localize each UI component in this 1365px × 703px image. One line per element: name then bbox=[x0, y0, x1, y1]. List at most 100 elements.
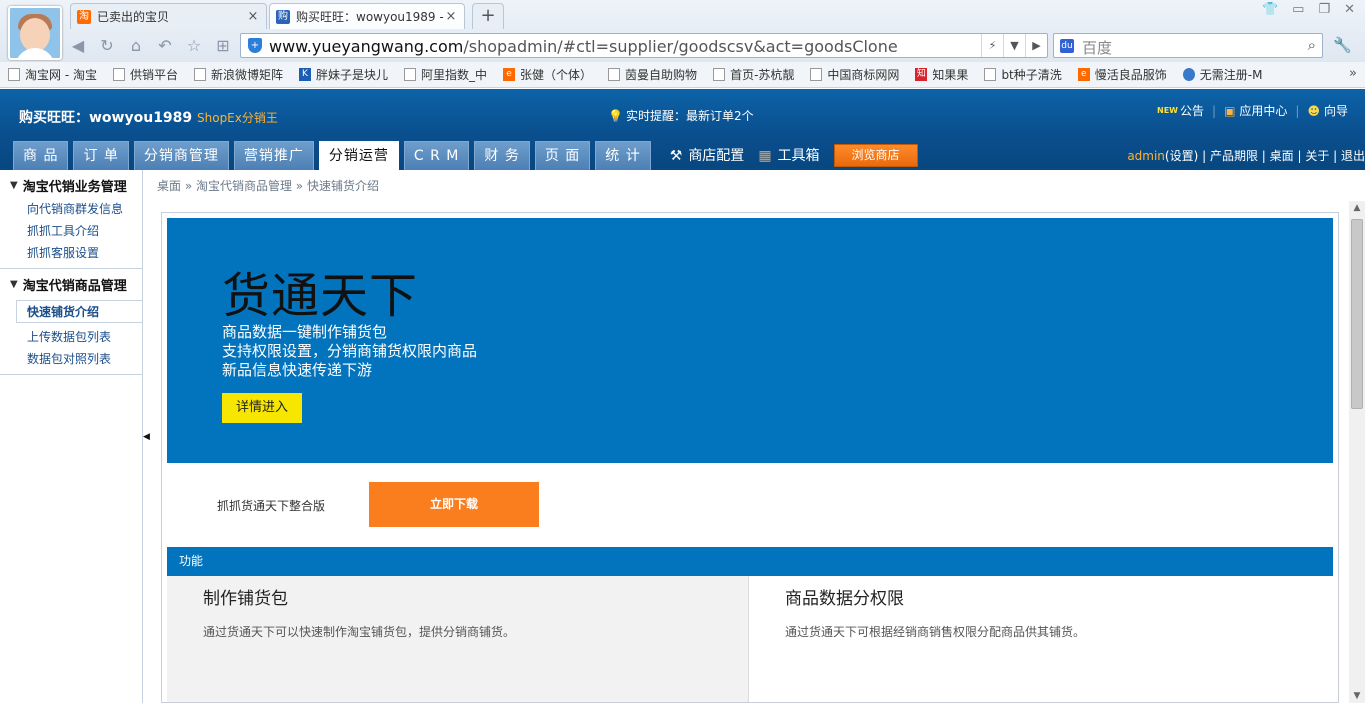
close-icon[interactable]: × bbox=[246, 9, 260, 24]
go-icon[interactable]: ▶ bbox=[1025, 34, 1047, 57]
baidu-icon: du bbox=[1060, 39, 1074, 53]
bookmark-item[interactable]: 中国商标网网 bbox=[810, 66, 899, 83]
hero-banner: 货通天下 商品数据一键制作铺货包 支持权限设置，分销商铺货权限内商品 新品信息快… bbox=[167, 218, 1333, 463]
guide-link[interactable]: ☻ 向导 bbox=[1307, 102, 1348, 119]
download-button[interactable]: 立即下载 bbox=[369, 482, 539, 527]
sidebar-group-title[interactable]: ▼ 淘宝代销商品管理 bbox=[0, 275, 142, 294]
feature-description: 通过货通天下可以快速制作淘宝铺货包，提供分销商铺货。 bbox=[203, 625, 516, 639]
undo-icon[interactable]: ↶ bbox=[155, 36, 175, 56]
more-bookmarks-icon[interactable]: » bbox=[1349, 66, 1357, 81]
sidebar-item-upload-list[interactable]: 上传数据包列表 bbox=[0, 328, 142, 345]
divider: | bbox=[1295, 103, 1300, 118]
admin-user-link[interactable]: admin bbox=[1127, 149, 1165, 163]
chevron-down-icon: ▼ bbox=[10, 279, 18, 290]
url-text[interactable]: www.yueyangwang.com/shopadmin/#ctl=suppl… bbox=[269, 37, 898, 56]
bookmark-item[interactable]: 新浪微博矩阵 bbox=[193, 66, 283, 83]
page-icon bbox=[404, 68, 417, 81]
avatar-body bbox=[15, 48, 55, 58]
breadcrumb[interactable]: 桌面 » 淘宝代销商品管理 » 快速铺货介绍 bbox=[157, 177, 379, 194]
new-tab-button[interactable]: + bbox=[472, 3, 504, 29]
divider: | bbox=[1212, 103, 1217, 118]
collapse-sidebar-icon[interactable]: ◀ bbox=[143, 432, 150, 442]
apps-grid-icon[interactable]: ⊞ bbox=[213, 36, 233, 56]
shopex-icon: 购 bbox=[276, 9, 290, 24]
feature-card: 商品数据分权限 通过货通天下可根据经销商销售权限分配商品供其铺货。 bbox=[749, 576, 1333, 702]
skin-icon[interactable]: 👕 bbox=[1262, 2, 1278, 17]
main-menu: 商 品 订 单 分销商管理 营销推广 分销运营 C R M 财 务 页 面 统 … bbox=[13, 141, 918, 170]
toolbox-link[interactable]: ▦ 工具箱 bbox=[758, 141, 819, 170]
window-controls: 👕 ▭ ❐ ✕ bbox=[1262, 2, 1355, 17]
bookmark-item[interactable]: 知知果果 bbox=[915, 66, 968, 83]
realtime-alert[interactable]: 💡 实时提醒：最新订单2个 bbox=[608, 107, 754, 124]
wrench-icon[interactable]: 🔧 bbox=[1333, 36, 1352, 54]
browser-tab-admin[interactable]: 购 购买旺旺：wowyou1989 - × bbox=[269, 3, 465, 29]
search-box[interactable]: du 百度 ⌕ bbox=[1053, 33, 1323, 58]
minimize-icon[interactable]: ▭ bbox=[1292, 2, 1304, 17]
scroll-up-icon[interactable]: ▲ bbox=[1349, 203, 1365, 213]
favorite-icon[interactable]: ☆ bbox=[184, 36, 204, 56]
bookmark-item[interactable]: 无需注册-M bbox=[1182, 66, 1262, 83]
page-icon bbox=[193, 68, 206, 81]
flower-icon bbox=[1182, 68, 1195, 81]
page-icon bbox=[112, 68, 125, 81]
sidebar-item-service-settings[interactable]: 抓抓客服设置 bbox=[0, 244, 142, 261]
menu-statistics[interactable]: 统 计 bbox=[595, 141, 651, 170]
bookmark-item[interactable]: e 慢活良品服饰 bbox=[1077, 66, 1167, 83]
menu-marketing[interactable]: 营销推广 bbox=[233, 141, 314, 170]
sidebar-item-mass-message[interactable]: 向代销商群发信息 bbox=[0, 200, 142, 217]
search-placeholder[interactable]: 百度 bbox=[1082, 37, 1112, 58]
search-icon[interactable]: ⌕ bbox=[1308, 36, 1316, 54]
user-menu-links[interactable]: | 产品期限 | 桌面 | 关于 | 退出 bbox=[1198, 149, 1365, 163]
bookmark-item[interactable]: 淘宝网 - 淘宝 bbox=[8, 66, 97, 83]
lightning-icon[interactable]: ⚡ bbox=[981, 34, 1003, 57]
bookmark-item[interactable]: 首页-苏杭靓 bbox=[713, 66, 794, 83]
user-avatar[interactable] bbox=[8, 6, 62, 60]
page-icon bbox=[984, 68, 997, 81]
page-icon bbox=[713, 68, 726, 81]
bookmark-item[interactable]: K 胖妹子是块儿 bbox=[299, 66, 388, 83]
app-header: 购买旺旺：wowyou1989 ShopEx分销王 💡 实时提醒：最新订单2个 N… bbox=[0, 89, 1365, 170]
browse-shop-button[interactable]: 浏览商店 bbox=[833, 144, 918, 167]
guide-icon: ☻ bbox=[1307, 103, 1320, 118]
bookmark-item[interactable]: bt种子清洗 bbox=[984, 66, 1062, 83]
bookmark-item[interactable]: 阿里指数_中 bbox=[404, 66, 487, 83]
dropdown-icon[interactable]: ▼ bbox=[1003, 34, 1025, 57]
address-bar[interactable]: + www.yueyangwang.com/shopadmin/#ctl=sup… bbox=[240, 33, 1048, 58]
menu-orders[interactable]: 订 单 bbox=[73, 141, 129, 170]
close-icon[interactable]: × bbox=[444, 9, 458, 24]
bookmark-item[interactable]: e 张健（个体） bbox=[503, 66, 592, 83]
hero-description: 商品数据一键制作铺货包 支持权限设置，分销商铺货权限内商品 新品信息快速传递下游 bbox=[222, 323, 478, 379]
sidebar-item-quick-listing[interactable]: 快速铺货介绍 bbox=[16, 300, 142, 323]
new-badge-icon: NEW bbox=[1157, 106, 1178, 115]
restore-icon[interactable]: ❐ bbox=[1318, 2, 1330, 17]
app-center-link[interactable]: ▣ 应用中心 bbox=[1224, 102, 1287, 119]
menu-crm[interactable]: C R M bbox=[403, 141, 470, 170]
scroll-thumb[interactable] bbox=[1351, 219, 1363, 409]
sidebar-item-tool-intro[interactable]: 抓抓工具介绍 bbox=[0, 222, 142, 239]
browser-tab-sold-items[interactable]: 淘 已卖出的宝贝 × bbox=[70, 3, 267, 29]
bookmark-item[interactable]: 供销平台 bbox=[112, 66, 178, 83]
notice-link[interactable]: NEW 公告 bbox=[1157, 102, 1204, 119]
menu-goods[interactable]: 商 品 bbox=[13, 141, 69, 170]
settings-link[interactable]: (设置) bbox=[1165, 149, 1198, 163]
refresh-icon[interactable]: ↻ bbox=[97, 36, 117, 56]
feature-title: 制作铺货包 bbox=[203, 589, 288, 609]
menu-distributor-management[interactable]: 分销商管理 bbox=[133, 141, 229, 170]
home-icon[interactable]: ⌂ bbox=[126, 36, 146, 56]
back-icon[interactable]: ◀ bbox=[68, 36, 88, 56]
menu-finance[interactable]: 财 务 bbox=[474, 141, 530, 170]
details-button[interactable]: 详情进入 bbox=[222, 393, 302, 423]
menu-pages[interactable]: 页 面 bbox=[534, 141, 591, 170]
zhi-icon: 知 bbox=[915, 68, 928, 81]
menu-distribution-operations[interactable]: 分销运营 bbox=[318, 141, 399, 170]
shop-config-link[interactable]: ⚒ 商店配置 bbox=[670, 141, 745, 170]
sidebar-item-mapping-list[interactable]: 数据包对照列表 bbox=[0, 350, 142, 367]
tab-label: 已卖出的宝贝 bbox=[97, 10, 170, 24]
scroll-down-icon[interactable]: ▼ bbox=[1349, 691, 1365, 701]
tools-cross-icon: ⚒ bbox=[669, 147, 683, 164]
window-close-icon[interactable]: ✕ bbox=[1344, 2, 1355, 17]
sidebar-group-title[interactable]: ▼ 淘宝代销业务管理 bbox=[0, 176, 142, 195]
page-icon bbox=[608, 68, 621, 81]
bookmark-item[interactable]: 茵曼自助购物 bbox=[608, 66, 697, 83]
page-scrollbar[interactable]: ▲ ▼ bbox=[1349, 201, 1365, 703]
